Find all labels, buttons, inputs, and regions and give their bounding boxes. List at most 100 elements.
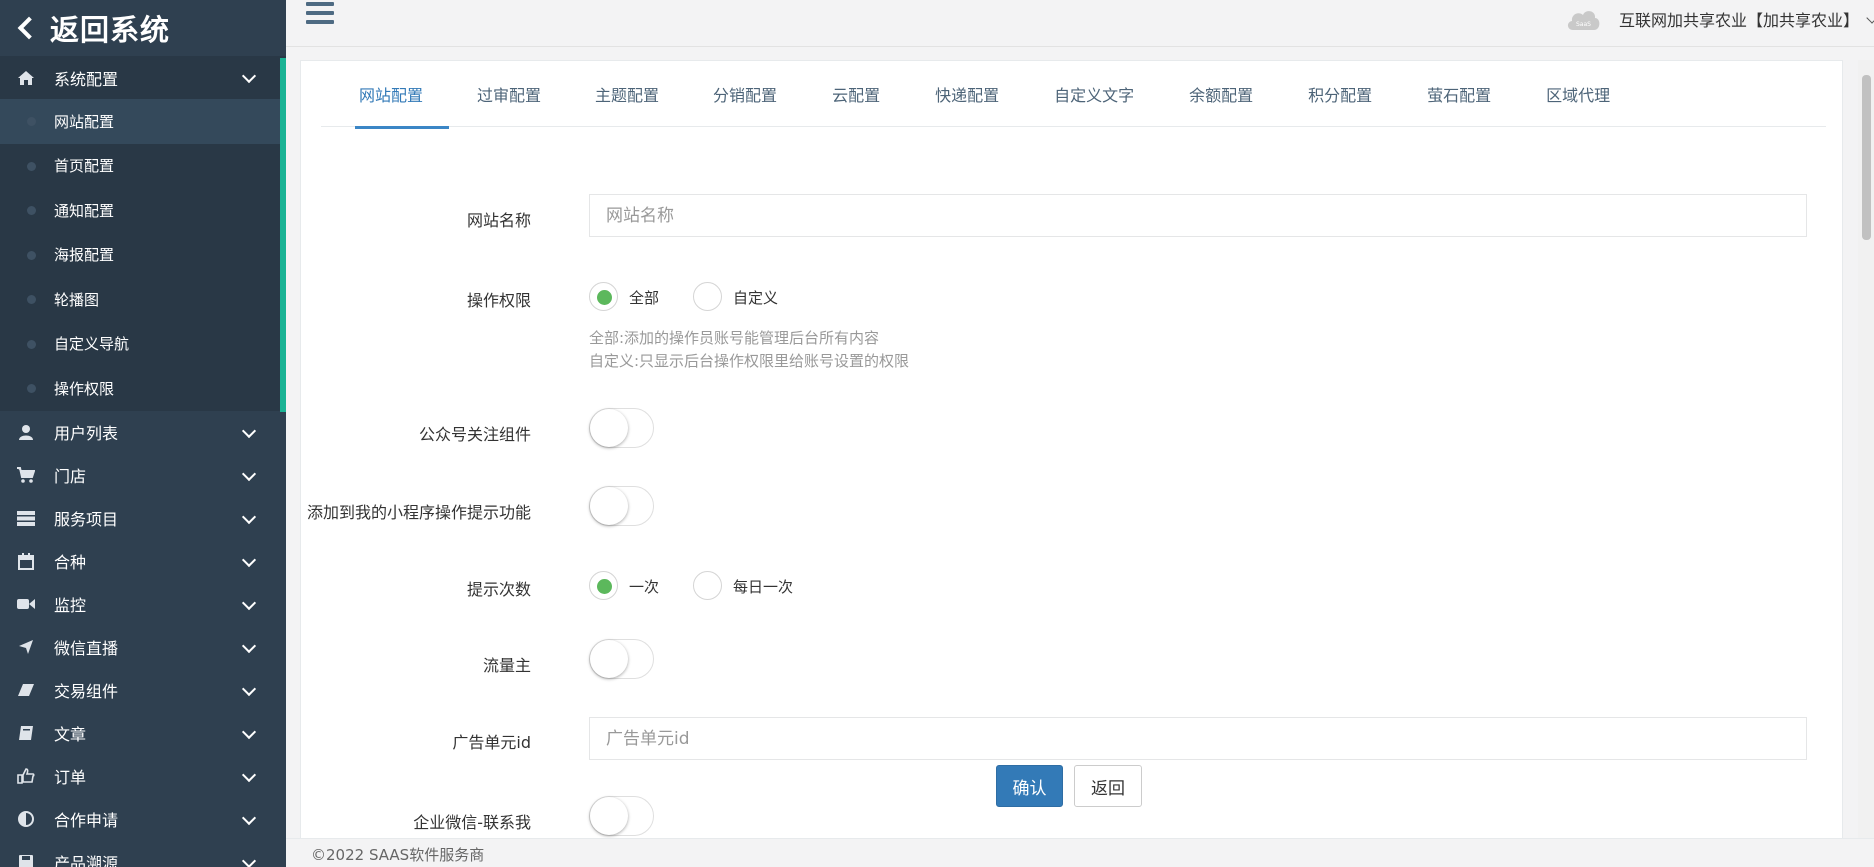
sidebar-item-label: 网站配置 bbox=[54, 112, 115, 131]
follow-component-toggle[interactable] bbox=[589, 408, 654, 448]
tab-balance-config[interactable]: 余额配置 bbox=[1189, 61, 1253, 127]
adjust-icon bbox=[16, 809, 36, 829]
permission-custom-label: 自定义 bbox=[733, 289, 779, 307]
video-camera-icon bbox=[16, 594, 36, 614]
follow-component-label: 公众号关注组件 bbox=[418, 425, 531, 444]
back-label: 返回系统 bbox=[50, 13, 171, 47]
miniprogram-tip-label: 添加到我的小程序操作提示功能 bbox=[306, 503, 531, 522]
tip-daily-label: 每日一次 bbox=[733, 578, 794, 596]
permission-help-custom: 自定义:只显示后台操作权限里给账号设置的权限 bbox=[589, 352, 910, 370]
bullet-icon bbox=[27, 384, 36, 393]
sidebar-item-home-config[interactable]: 首页配置 bbox=[0, 144, 286, 189]
wecom-contact-label: 企业微信-联系我 bbox=[413, 813, 531, 832]
tab-theme-config[interactable]: 主题配置 bbox=[595, 61, 659, 127]
tab-distribution-config[interactable]: 分销配置 bbox=[713, 61, 777, 127]
bullet-icon bbox=[27, 206, 36, 215]
chevron-down-icon bbox=[241, 681, 257, 696]
tab-custom-text[interactable]: 自定义文字 bbox=[1054, 61, 1134, 127]
sidebar-item-label: 自定义导航 bbox=[54, 335, 130, 354]
sidebar-item-permissions[interactable]: 操作权限 bbox=[0, 366, 286, 411]
confirm-button[interactable]: 确认 bbox=[996, 765, 1063, 807]
tip-once-label: 一次 bbox=[629, 578, 660, 596]
scrollbar-thumb[interactable] bbox=[1862, 75, 1871, 240]
plane-icon bbox=[16, 637, 36, 657]
permission-help-all: 全部:添加的操作员账号能管理后台所有内容 bbox=[589, 329, 880, 347]
config-panel: 网站配置 过审配置 主题配置 分销配置 云配置 快递配置 自定义文字 余额配置 … bbox=[300, 60, 1843, 850]
toggle-knob bbox=[590, 487, 628, 525]
sidebar-group-label: 微信直播 bbox=[54, 639, 119, 658]
sidebar-group-label: 订单 bbox=[54, 768, 87, 787]
traffic-master-label: 流量主 bbox=[482, 656, 531, 675]
bullet-icon bbox=[27, 339, 36, 349]
cart-icon bbox=[16, 465, 36, 485]
permission-all-label: 全部 bbox=[629, 289, 660, 307]
back-to-system-button[interactable]: 返回系统 bbox=[0, 0, 286, 56]
logo-text: SaaS bbox=[1576, 21, 1591, 28]
wecom-contact-toggle[interactable] bbox=[589, 796, 654, 836]
sidebar-group-label: 合种 bbox=[54, 553, 87, 572]
sidebar-group-label: 交易组件 bbox=[54, 682, 119, 701]
site-name-input[interactable] bbox=[589, 194, 1807, 237]
tab-site-config[interactable]: 网站配置 bbox=[354, 61, 450, 129]
sidebar-group-system-config[interactable]: 系统配置 bbox=[0, 56, 286, 99]
permission-all-radio[interactable] bbox=[589, 282, 618, 311]
sidebar-group-label: 门店 bbox=[54, 467, 87, 486]
sidebar-active-accent bbox=[280, 58, 286, 412]
bullet-icon bbox=[27, 161, 36, 171]
chevron-down-icon bbox=[241, 552, 257, 567]
sidebar-item-label: 海报配置 bbox=[54, 246, 115, 265]
sidebar-group-label: 合作申请 bbox=[54, 811, 119, 830]
sidebar-group-label: 服务项目 bbox=[54, 510, 119, 529]
sidebar-group-store[interactable]: 门店 bbox=[0, 454, 286, 497]
save-icon bbox=[16, 852, 36, 867]
bullet-icon bbox=[27, 117, 36, 126]
sidebar-group-label: 系统配置 bbox=[54, 69, 119, 89]
tab-ezviz-config[interactable]: 萤石配置 bbox=[1427, 61, 1491, 127]
bullet-icon bbox=[27, 250, 36, 260]
toggle-knob bbox=[590, 409, 628, 447]
chevron-down-icon bbox=[241, 638, 257, 653]
user-icon bbox=[16, 422, 36, 442]
sidebar-item-site-config[interactable]: 网站配置 bbox=[0, 99, 286, 144]
ad-unit-label: 广告单元id bbox=[452, 733, 531, 752]
tab-points-config[interactable]: 积分配置 bbox=[1308, 61, 1372, 127]
tip-daily-radio[interactable] bbox=[693, 571, 722, 600]
chevron-left-icon bbox=[16, 15, 34, 41]
sidebar-group-orders[interactable]: 订单 bbox=[0, 755, 286, 798]
sidebar-item-label: 轮播图 bbox=[54, 290, 100, 309]
sidebar-item-label: 首页配置 bbox=[54, 157, 115, 176]
book-icon bbox=[16, 723, 36, 743]
tab-review-config[interactable]: 过审配置 bbox=[477, 61, 541, 127]
account-menu[interactable]: 互联网加共享农业【加共享农业】 bbox=[1619, 7, 1874, 31]
home-icon bbox=[16, 68, 36, 88]
back-button[interactable]: 返回 bbox=[1074, 765, 1142, 807]
page-scrollbar[interactable] bbox=[1858, 60, 1874, 838]
chevron-down-icon bbox=[241, 466, 257, 481]
menu-toggle-icon[interactable] bbox=[306, 2, 334, 26]
permission-label: 操作权限 bbox=[466, 291, 531, 310]
tab-regional-agent[interactable]: 区域代理 bbox=[1546, 61, 1610, 127]
ad-unit-input[interactable] bbox=[589, 717, 1807, 760]
eraser-icon bbox=[16, 680, 36, 700]
sidebar-group-label: 用户列表 bbox=[54, 424, 119, 443]
site-name-label: 网站名称 bbox=[466, 211, 531, 230]
server-icon bbox=[16, 508, 36, 528]
copyright-text: ©2022 SAAS软件服务商 bbox=[311, 846, 485, 864]
sidebar-group-traceability[interactable]: 产品溯源 bbox=[0, 841, 286, 867]
sidebar-item-custom-nav[interactable]: 自定义导航 bbox=[0, 322, 286, 367]
tip-count-label: 提示次数 bbox=[466, 580, 531, 599]
top-header: SaaS 互联网加共享农业【加共享农业】 bbox=[286, 0, 1874, 47]
tip-once-radio[interactable] bbox=[589, 571, 618, 600]
toggle-knob bbox=[590, 797, 628, 835]
sidebar-item-poster-config[interactable]: 海报配置 bbox=[0, 233, 286, 278]
tab-cloud-config[interactable]: 云配置 bbox=[832, 61, 880, 127]
permission-custom-radio[interactable] bbox=[693, 282, 722, 311]
thumbs-up-icon bbox=[16, 766, 36, 786]
traffic-master-toggle[interactable] bbox=[589, 639, 654, 679]
toggle-knob bbox=[590, 640, 628, 678]
account-name: 互联网加共享农业【加共享农业】 bbox=[1619, 11, 1860, 30]
saas-cloud-logo: SaaS bbox=[1565, 6, 1601, 32]
tab-express-config[interactable]: 快递配置 bbox=[935, 61, 999, 127]
miniprogram-tip-toggle[interactable] bbox=[589, 486, 654, 526]
chevron-down-icon bbox=[1866, 12, 1874, 24]
